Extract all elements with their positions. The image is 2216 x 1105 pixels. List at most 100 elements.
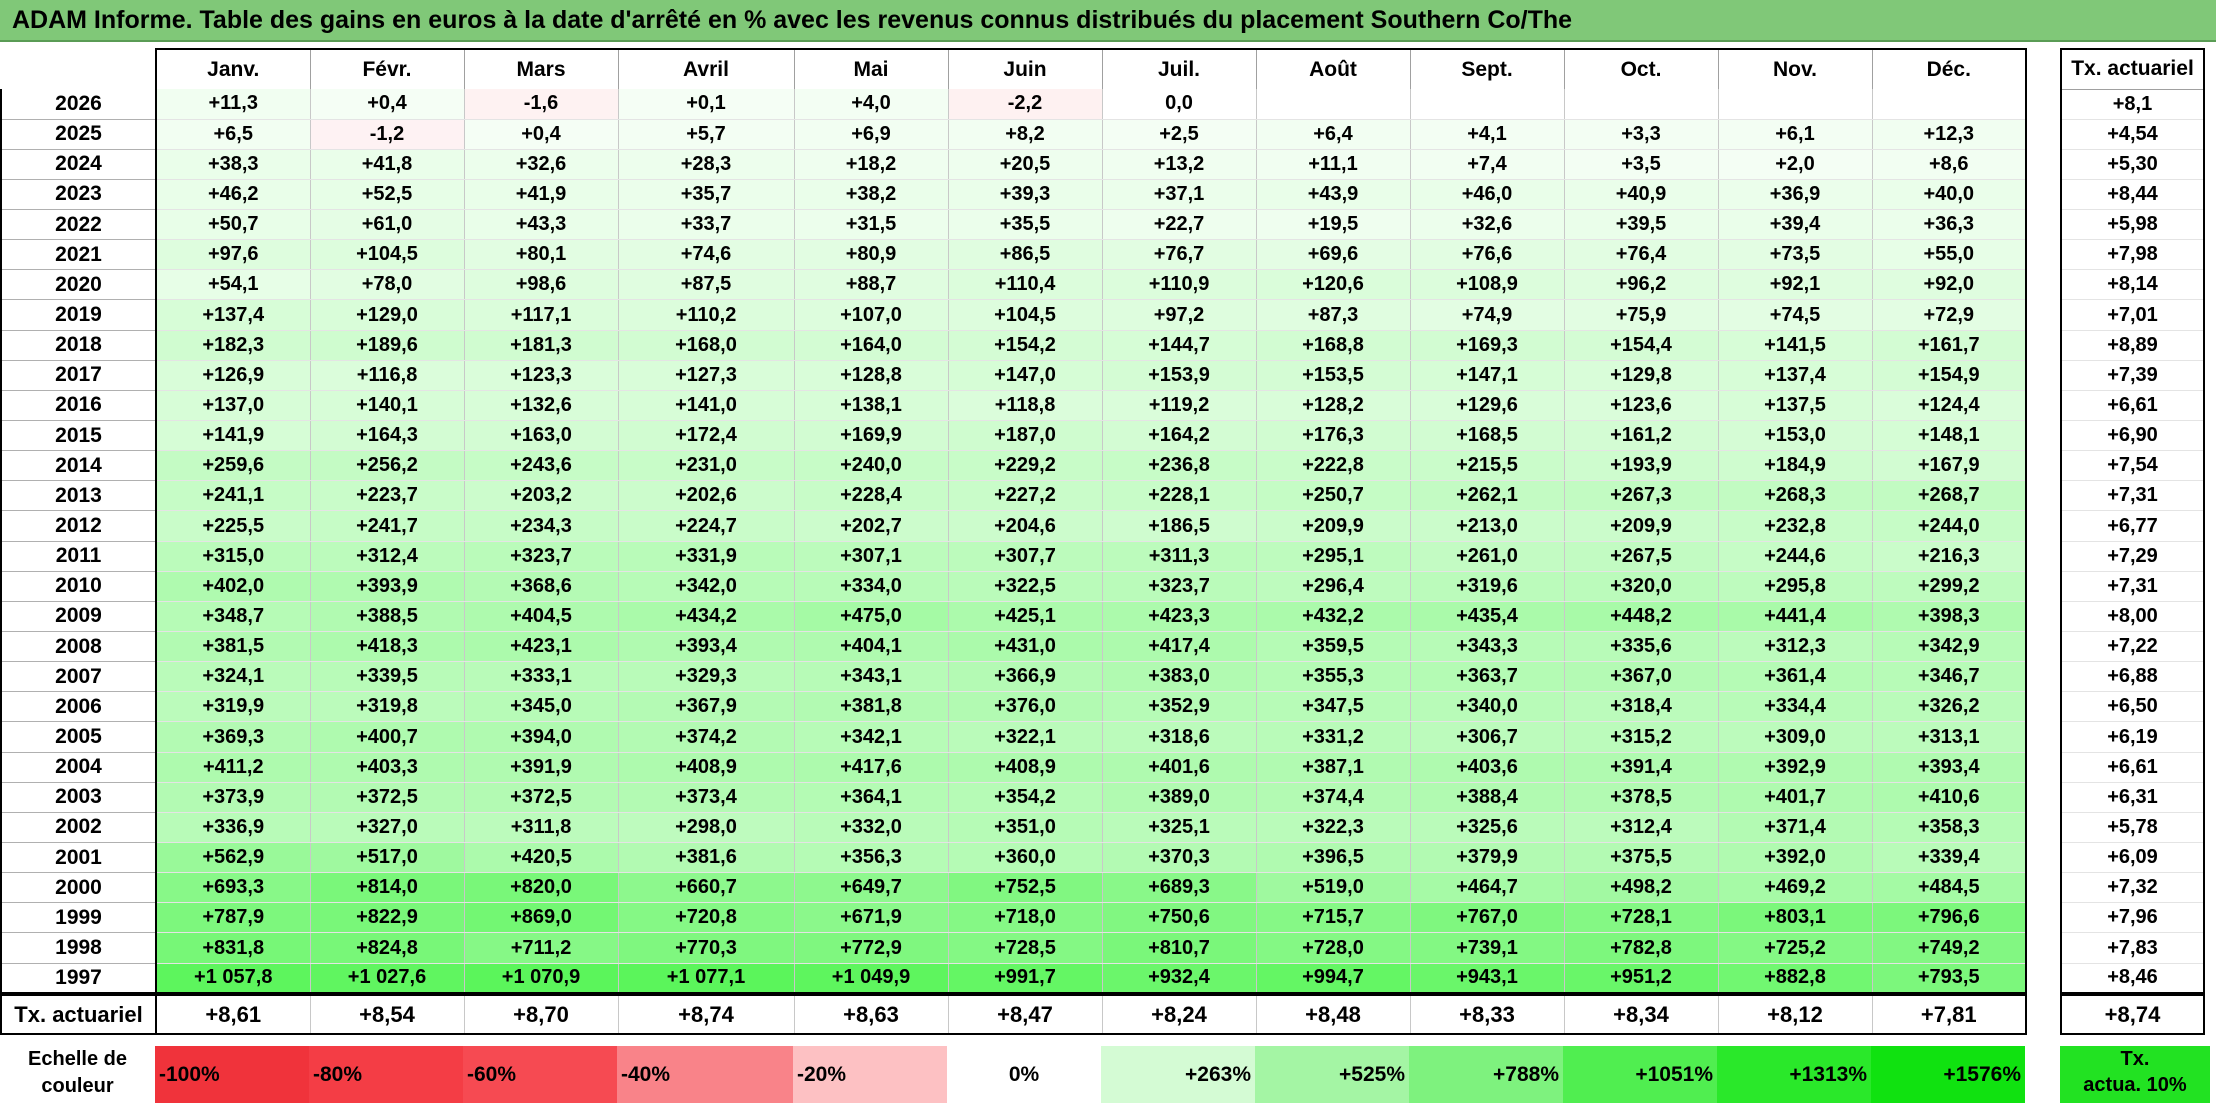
gain-cell: +161,2 [1563,420,1718,452]
footer-rate-cell: +8,48 [1255,994,1410,1036]
gain-cell: +250,7 [1255,480,1410,512]
color-scale-swatch-label: +1051% [1635,1063,1713,1086]
gain-cell: +728,1 [1563,902,1718,934]
color-scale-swatch-label: 0% [1008,1063,1040,1086]
actuarial-cell: +6,61 [2060,752,2205,783]
actuarial-row: +7,96 [2060,902,2205,934]
gain-cell: +318,4 [1563,691,1718,723]
gain-cell: +484,5 [1871,872,2027,904]
gain-cell: +994,7 [1255,963,1410,995]
gain-cell: +144,7 [1101,330,1256,361]
year-cell: 2025 [0,119,157,150]
gain-cell: +225,5 [155,510,310,542]
gain-cell: +814,0 [309,872,464,904]
actuarial-row: +4,54 [2060,119,2205,150]
gain-cell: +41,9 [463,179,618,211]
gain-cell: +8,6 [1871,149,2027,180]
actuarial-row: +8,89 [2060,330,2205,361]
table-row: 2000 +693,3 +814,0 +820,0 +660,7 +649,7 +752,5… [0,872,2027,904]
actuarial-cell: +7,54 [2060,450,2205,482]
gain-cell: +379,9 [1409,842,1564,874]
gain-cell: +401,7 [1717,782,1872,813]
gain-cell: +268,7 [1871,480,2027,512]
gain-cell: +323,7 [463,541,618,572]
table-row: 2020 +54,1 +78,0 +98,6 +87,5 +88,7 +110,4 +110,… [0,269,2027,301]
gain-cell: +331,9 [617,541,794,572]
gain-cell: +307,1 [793,541,948,572]
gain-cell: +138,1 [793,390,948,422]
gain-cell: +376,0 [947,691,1102,723]
gain-cell: +295,8 [1717,571,1872,602]
gain-cell: +46,2 [155,179,310,211]
gain-cell: +87,5 [617,269,794,301]
gain-cell: +164,0 [793,330,948,361]
table-row: 2001 +562,9 +517,0 +420,5 +381,6 +356,3 +360,0… [0,842,2027,874]
gain-cell: +782,8 [1563,932,1718,964]
gain-cell: +404,5 [463,601,618,633]
year-cell: 2015 [0,420,157,452]
footer-rate-cell: +8,54 [309,994,464,1036]
gain-cell: +38,2 [793,179,948,211]
gain-cell: +370,3 [1101,842,1256,874]
gain-cell: +787,9 [155,902,310,934]
gain-cell: +76,7 [1101,239,1256,271]
gain-cell: +749,2 [1871,932,2027,964]
gain-cell: +720,8 [617,902,794,934]
gain-cell: +307,7 [947,541,1102,572]
gain-cell: +367,0 [1563,661,1718,693]
gain-cell: +2,0 [1717,149,1872,180]
actuarial-row: +7,31 [2060,571,2205,602]
gain-cell: +359,5 [1255,631,1410,663]
gain-cell: +441,4 [1717,601,1872,633]
gain-cell: +209,9 [1563,510,1718,542]
gain-cell: +312,4 [309,541,464,572]
gain-cell: +355,3 [1255,661,1410,693]
gain-cell: +169,9 [793,420,948,452]
gain-cell: +0,1 [617,89,794,120]
actuarial-cell: +6,09 [2060,842,2205,874]
gain-cell: +40,9 [1563,179,1718,211]
gain-cell: +398,3 [1871,601,2027,633]
gain-cell: +187,0 [947,420,1102,452]
gain-cell: +336,9 [155,812,310,844]
gain-cell: +107,0 [793,299,948,331]
gain-cell: +319,6 [1409,571,1564,602]
gain-cell: +213,0 [1409,510,1564,542]
gain-cell: +128,2 [1255,390,1410,422]
gain-cell: +227,2 [947,480,1102,512]
year-cell: 2009 [0,601,157,633]
month-header: Févr. [309,48,464,89]
gain-cell: +241,7 [309,510,464,542]
month-header: Oct. [1563,48,1718,89]
gain-cell: +267,5 [1563,541,1718,572]
gain-cell: +137,0 [155,390,310,422]
gain-cell: +228,1 [1101,480,1256,512]
gain-cell: +36,9 [1717,179,1872,211]
color-scale-swatch: -20% [793,1046,947,1103]
year-cell: 2016 [0,390,157,422]
gain-cell: +137,5 [1717,390,1872,422]
actuarial-row: +7,22 [2060,631,2205,663]
gain-cell: +137,4 [1717,360,1872,391]
gain-cell: +991,7 [947,963,1102,995]
gain-cell: +393,9 [309,571,464,602]
actuarial-cell: +8,89 [2060,330,2205,361]
gain-cell: +725,2 [1717,932,1872,964]
table-row: 2007 +324,1 +339,5 +333,1 +329,3 +343,1 +366,9… [0,661,2027,693]
color-scale-swatch-label: -60% [467,1063,517,1086]
gain-cell: +356,3 [793,842,948,874]
gain-cell: +324,1 [155,661,310,693]
gain-cell: +448,2 [1563,601,1718,633]
gain-cell: +268,3 [1717,480,1872,512]
year-cell: 2011 [0,541,157,572]
gain-cell: +728,5 [947,932,1102,964]
gain-cell: +118,8 [947,390,1102,422]
gain-cell: +184,9 [1717,450,1872,482]
gain-cell: +325,1 [1101,812,1256,844]
gain-cell: +110,2 [617,299,794,331]
gain-cell: +331,2 [1255,721,1410,753]
actuarial-row: +8,00 [2060,601,2205,633]
gain-cell: +0,4 [463,119,618,150]
gain-cell: +182,3 [155,330,310,361]
gain-cell: +689,3 [1101,872,1256,904]
